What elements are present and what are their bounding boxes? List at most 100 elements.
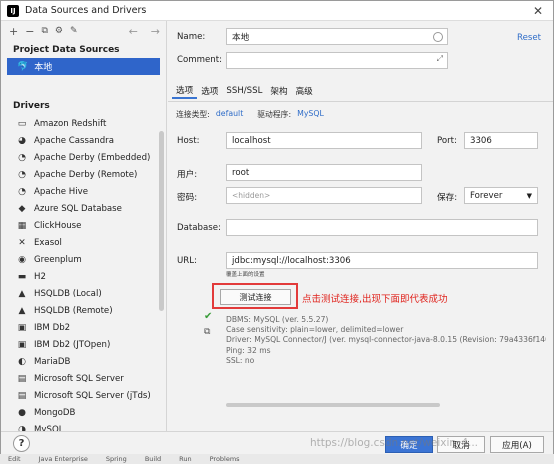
apply-button[interactable]: 应用(A) <box>490 436 544 453</box>
driver-label: 驱动程序: <box>257 110 292 119</box>
host-input[interactable]: localhost <box>226 132 422 149</box>
duplicate-icon[interactable]: ⧉ <box>41 26 47 36</box>
copy-icon[interactable]: ⧉ <box>204 327 210 337</box>
driver-logo-icon: ◔ <box>18 152 26 163</box>
name-input[interactable]: 本地 <box>226 28 448 45</box>
driver-item[interactable]: ▤ Microsoft SQL Server <box>1 370 166 387</box>
driver-item[interactable]: ▭ Amazon Redshift <box>1 115 166 132</box>
driver-item[interactable]: ◔ Apache Derby (Embedded) <box>1 149 166 166</box>
title-bar: IJ Data Sources and Drivers ✕ <box>1 1 553 21</box>
info-line: Driver: MySQL Connector/J (ver. mysql-co… <box>226 335 546 345</box>
driver-item[interactable]: ◔ Apache Hive <box>1 183 166 200</box>
save-select[interactable]: Forever ▼ <box>464 187 538 204</box>
port-input[interactable]: 3306 <box>464 132 538 149</box>
ide-tool-tab[interactable]: Spring <box>106 455 127 463</box>
intellij-logo-icon: IJ <box>7 4 19 17</box>
url-value: jdbc:mysql://localhost:3306 <box>232 255 351 266</box>
expand-icon[interactable]: ⤢ <box>437 54 443 64</box>
driver-item[interactable]: ▣ IBM Db2 <box>1 319 166 336</box>
info-line: Case sensitivity: plain=lower, delimited… <box>226 325 404 335</box>
save-value: Forever <box>470 190 503 201</box>
ide-tool-tab[interactable]: Problems <box>210 455 240 463</box>
ide-tool-tab[interactable]: Build <box>145 455 161 463</box>
driver-logo-icon: ● <box>18 407 26 418</box>
data-source-item[interactable]: 🐬 本地 <box>7 58 160 75</box>
driver-label: IBM Db2 <box>34 322 71 333</box>
driver-link[interactable]: MySQL <box>297 109 324 120</box>
url-input[interactable]: jdbc:mysql://localhost:3306 <box>226 252 538 269</box>
driver-item[interactable]: ◑ MySQL <box>1 421 166 432</box>
color-circle-icon[interactable] <box>433 32 443 42</box>
ide-tool-tab[interactable]: Run <box>179 455 191 463</box>
driver-logo-icon: ▭ <box>17 118 27 129</box>
driver-item[interactable]: ▲ HSQLDB (Remote) <box>1 302 166 319</box>
help-button[interactable]: ? <box>13 435 30 452</box>
add-icon[interactable]: + <box>9 25 18 38</box>
driver-item[interactable]: ◐ MariaDB <box>1 353 166 370</box>
driver-item[interactable]: ▦ ClickHouse <box>1 217 166 234</box>
driver-item[interactable]: ▲ HSQLDB (Local) <box>1 285 166 302</box>
left-pane: + − ⧉ ⚙ ✎ ← → Project Data Sources 🐬 本地 … <box>1 21 167 431</box>
driver-item[interactable]: ◕ Apache Cassandra <box>1 132 166 149</box>
tab-1[interactable]: 选项 <box>197 83 222 99</box>
test-connection-button[interactable]: 测试连接 <box>220 289 291 305</box>
port-value: 3306 <box>470 135 492 146</box>
tab-3[interactable]: 架构 <box>266 83 291 99</box>
driver-logo-icon: ▣ <box>17 322 27 333</box>
info-line: Ping: 32 ms <box>226 345 271 355</box>
driver-item[interactable]: ◔ Apache Derby (Remote) <box>1 166 166 183</box>
driver-logo-icon: ◕ <box>18 135 26 146</box>
ide-tool-tab[interactable]: Java Enterprise <box>39 455 88 463</box>
comment-input[interactable]: ⤢ <box>226 52 448 69</box>
name-value: 本地 <box>232 32 250 43</box>
user-input[interactable]: root <box>226 164 422 181</box>
ide-tool-strip: Edit Java Enterprise Spring Build Run Problem… <box>0 454 554 464</box>
tab-4[interactable]: 高级 <box>292 83 317 99</box>
driver-label: Exasol <box>34 237 62 248</box>
password-input[interactable]: <hidden> <box>226 187 422 204</box>
reset-link[interactable]: Reset <box>517 33 541 43</box>
driver-item[interactable]: ▤ Microsoft SQL Server (jTds) <box>1 387 166 404</box>
driver-label: Greenplum <box>34 254 82 265</box>
test-connection-label: 测试连接 <box>239 292 272 302</box>
remove-icon[interactable]: − <box>25 25 34 38</box>
tab-0[interactable]: 选项 <box>172 83 198 99</box>
user-value: root <box>232 167 250 178</box>
forward-arrow-icon[interactable]: → <box>151 25 160 38</box>
driver-logo-icon: ◔ <box>18 186 26 197</box>
driver-item[interactable]: ◉ Greenplum <box>1 251 166 268</box>
driver-label: Azure SQL Database <box>34 203 122 214</box>
driver-label: Amazon Redshift <box>34 118 107 129</box>
driver-item[interactable]: ● MongoDB <box>1 404 166 421</box>
save-label: 保存: <box>437 193 458 203</box>
close-icon[interactable]: ✕ <box>533 4 543 18</box>
tab-2[interactable]: SSH/SSL <box>222 83 266 99</box>
driver-label: Apache Hive <box>34 186 89 197</box>
driver-item[interactable]: ▬ H2 <box>1 268 166 285</box>
driver-logo-icon: ◉ <box>18 254 26 265</box>
driver-label: HSQLDB (Remote) <box>34 305 113 316</box>
tabs-divider <box>168 101 553 102</box>
host-value: localhost <box>232 135 271 146</box>
ide-tool-tab[interactable]: Edit <box>8 455 21 463</box>
mysql-dolphin-icon: 🐬 <box>17 61 29 72</box>
connection-info: DBMS: MySQL (ver. 5.5.27) Case sensitivit… <box>226 315 546 366</box>
database-input[interactable] <box>226 219 538 236</box>
right-pane: Name: 本地 Reset Comment: ⤢ 选项 选项 SSH/SSL 架构高… <box>168 21 553 431</box>
horizontal-scrollbar[interactable] <box>226 403 440 407</box>
highlight-box: 测试连接 <box>212 283 298 309</box>
edit-icon[interactable]: ✎ <box>70 26 78 36</box>
annotation-text: 点击测试连接,出现下面即代表成功 <box>302 294 448 305</box>
connection-type-row: 连接类型: default 驱动程序: MySQL <box>176 109 324 120</box>
driver-logo-icon: ▲ <box>18 288 26 299</box>
project-data-sources-heading: Project Data Sources <box>13 45 120 55</box>
connection-type-link[interactable]: default <box>216 109 243 120</box>
settings-icon[interactable]: ⚙ <box>55 26 63 36</box>
left-scrollbar[interactable] <box>159 131 164 311</box>
window-title: Data Sources and Drivers <box>25 5 147 16</box>
driver-item[interactable]: ▣ IBM Db2 (JTOpen) <box>1 336 166 353</box>
driver-item[interactable]: ◆ Azure SQL Database <box>1 200 166 217</box>
back-arrow-icon[interactable]: ← <box>129 25 138 38</box>
checkmark-icon: ✔ <box>204 311 213 322</box>
driver-item[interactable]: ✕ Exasol <box>1 234 166 251</box>
